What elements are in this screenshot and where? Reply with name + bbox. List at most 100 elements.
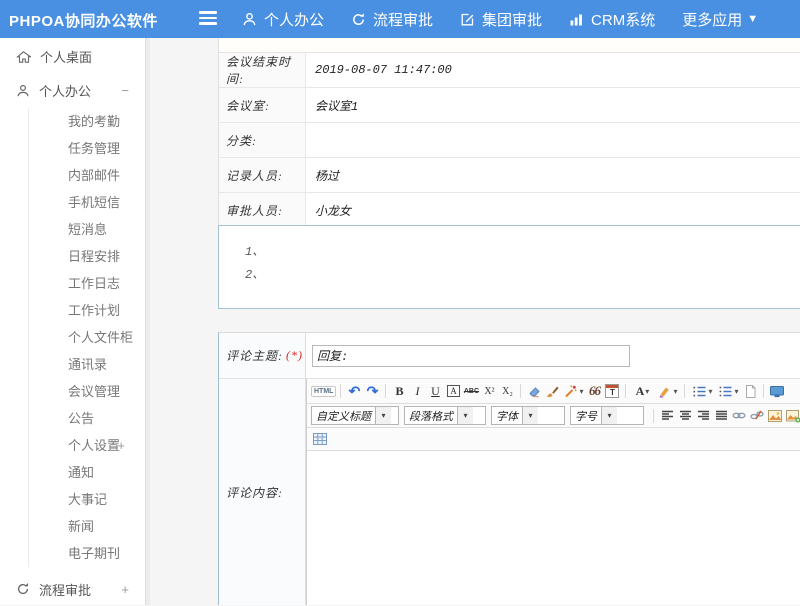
meeting-detail-table: 会议结束时间:2019-08-07 11:47:00 会议室:会议室1 分类: … xyxy=(218,38,800,228)
sidebar-item-work-log[interactable]: 工作日志 xyxy=(29,270,145,297)
sidebar-item-personal-settings[interactable]: 个人设置+ xyxy=(29,432,145,459)
insert-table-icon[interactable] xyxy=(311,430,329,448)
ordered-list-icon[interactable]: ▾ xyxy=(689,382,715,400)
font-style-box-icon[interactable]: A xyxy=(444,382,462,400)
sidebar-item-announcements[interactable]: 公告 xyxy=(29,405,145,432)
insert-image-icon[interactable] xyxy=(766,407,784,425)
field-value: 会议室1 xyxy=(306,88,800,122)
sidebar-item-news[interactable]: 新闻 xyxy=(29,513,145,540)
sidebar-item-contacts[interactable]: 通讯录 xyxy=(29,351,145,378)
home-icon xyxy=(16,50,31,64)
undo-icon[interactable]: ↶ xyxy=(345,382,363,400)
sidebar-item-label: 流程审批 xyxy=(39,580,91,599)
field-label: 记录人员: xyxy=(219,158,306,192)
sidebar-submenu: 我的考勤 任务管理 内部邮件 手机短信 短消息 日程安排 工作日志 工作计划 个… xyxy=(28,108,145,567)
unlink-icon[interactable] xyxy=(748,407,766,425)
redo-icon[interactable]: ↷ xyxy=(363,382,381,400)
strikethrough-icon[interactable]: ABC xyxy=(462,382,480,400)
edit-icon xyxy=(460,12,475,27)
comment-subject-row: 评论主题: (*) xyxy=(219,333,800,379)
nav-label: 个人办公 xyxy=(264,9,324,30)
chevron-down-icon: ▾ xyxy=(601,407,617,424)
field-label: 会议结束时间: xyxy=(219,53,306,87)
expand-icon[interactable]: + xyxy=(121,582,129,597)
top-navigation-bar: PHPOA协同办公软件 个人办公 流程审批 集团审批 CRM系统 xyxy=(0,0,800,38)
blockquote-icon[interactable]: 66 xyxy=(585,382,603,400)
field-label: 会议室: xyxy=(219,88,306,122)
editor-toolbar-row1: HTML ↶ ↷ B I U A ABC X² X₂ xyxy=(307,379,800,404)
nav-label: 更多应用 xyxy=(682,9,742,30)
sidebar-item-schedule[interactable]: 日程安排 xyxy=(29,243,145,270)
field-value: 2019-08-07 11:47:00 xyxy=(306,53,800,87)
align-justify-icon[interactable] xyxy=(712,407,730,425)
expand-icon[interactable]: + xyxy=(117,432,125,459)
required-mark: (*) xyxy=(286,348,303,363)
paragraph-format-select[interactable]: 段落格式▾ xyxy=(404,406,486,425)
font-family-select[interactable]: 字体▾ xyxy=(491,406,565,425)
align-left-icon[interactable] xyxy=(658,407,676,425)
sidebar-item-milestones[interactable]: 大事记 xyxy=(29,486,145,513)
sidebar-item-sms[interactable]: 手机短信 xyxy=(29,189,145,216)
nav-group-approval[interactable]: 集团审批 xyxy=(460,9,542,30)
sidebar-item-short-message[interactable]: 短消息 xyxy=(29,216,145,243)
sidebar-item-personal-office[interactable]: 个人办公 − xyxy=(0,75,145,106)
font-color-icon[interactable]: A▾ xyxy=(630,382,654,400)
minutes-line: 1、 xyxy=(245,241,800,264)
screenshot-icon[interactable] xyxy=(784,407,800,425)
editor-toolbar-row2: 自定义标题▾ 段落格式▾ 字体▾ 字号▾ xyxy=(307,404,800,428)
top-nav: 个人办公 流程审批 集团审批 CRM系统 更多应用 ▼ xyxy=(242,0,758,38)
highlight-color-icon[interactable]: ▾ xyxy=(654,382,680,400)
font-size-select[interactable]: 字号▾ xyxy=(570,406,644,425)
italic-icon[interactable]: I xyxy=(408,382,426,400)
comment-subject-input[interactable] xyxy=(312,345,630,367)
table-row-partial xyxy=(219,38,800,53)
main-content: 会议结束时间:2019-08-07 11:47:00 会议室:会议室1 分类: … xyxy=(150,38,800,605)
editor-toolbar-row3 xyxy=(307,428,800,451)
nav-label: 流程审批 xyxy=(373,9,433,30)
nav-personal-office[interactable]: 个人办公 xyxy=(242,9,324,30)
sidebar-item-workflow-approval[interactable]: 流程审批 + xyxy=(0,572,145,606)
table-row: 会议结束时间:2019-08-07 11:47:00 xyxy=(219,53,800,88)
custom-heading-select[interactable]: 自定义标题▾ xyxy=(311,406,399,425)
unordered-list-icon[interactable]: ▾ xyxy=(715,382,741,400)
collapse-icon[interactable]: − xyxy=(121,83,129,98)
html-source-button[interactable]: HTML xyxy=(311,382,336,400)
preview-screen-icon[interactable] xyxy=(768,382,786,400)
sidebar-item-attendance[interactable]: 我的考勤 xyxy=(29,108,145,135)
field-value: 小龙女 xyxy=(306,193,800,227)
comment-subject-label: 评论主题: (*) xyxy=(219,333,306,378)
align-right-icon[interactable] xyxy=(694,407,712,425)
subscript-icon[interactable]: X₂ xyxy=(498,382,516,400)
sidebar-item-notifications[interactable]: 通知 xyxy=(29,459,145,486)
sidebar-item-internal-mail[interactable]: 内部邮件 xyxy=(29,162,145,189)
nav-crm-system[interactable]: CRM系统 xyxy=(569,9,655,30)
bold-icon[interactable]: B xyxy=(390,382,408,400)
person-icon xyxy=(242,12,257,27)
underline-icon[interactable]: U xyxy=(426,382,444,400)
superscript-icon[interactable]: X² xyxy=(480,382,498,400)
caret-down-icon: ▼ xyxy=(747,13,758,25)
sidebar-item-work-plan[interactable]: 工作计划 xyxy=(29,297,145,324)
sidebar-item-tasks[interactable]: 任务管理 xyxy=(29,135,145,162)
cycle-icon xyxy=(16,582,30,596)
paste-as-text-icon[interactable]: T xyxy=(603,382,621,400)
new-page-icon[interactable] xyxy=(741,382,759,400)
sidebar-item-meeting-management[interactable]: 会议管理 xyxy=(29,378,145,405)
sidebar-item-e-journal[interactable]: 电子期刊 xyxy=(29,540,145,567)
align-center-icon[interactable] xyxy=(676,407,694,425)
nav-workflow-approval[interactable]: 流程审批 xyxy=(351,9,433,30)
comment-content-label: 评论内容: xyxy=(219,379,306,605)
nav-more-apps[interactable]: 更多应用 ▼ xyxy=(682,9,758,30)
magic-wand-icon[interactable]: ▾ xyxy=(561,382,585,400)
eraser-icon[interactable] xyxy=(525,382,543,400)
format-brush-icon[interactable] xyxy=(543,382,561,400)
cycle-icon xyxy=(351,12,366,27)
comment-content-editable-area[interactable] xyxy=(307,451,800,605)
hamburger-menu-icon[interactable] xyxy=(199,11,217,27)
sidebar-item-desktop[interactable]: 个人桌面 xyxy=(0,38,145,75)
link-icon[interactable] xyxy=(730,407,748,425)
sidebar-item-file-cabinet[interactable]: 个人文件柜 xyxy=(29,324,145,351)
app-logo: PHPOA协同办公软件 xyxy=(9,10,158,31)
nav-label: 集团审批 xyxy=(482,9,542,30)
table-row: 记录人员:杨过 xyxy=(219,158,800,193)
